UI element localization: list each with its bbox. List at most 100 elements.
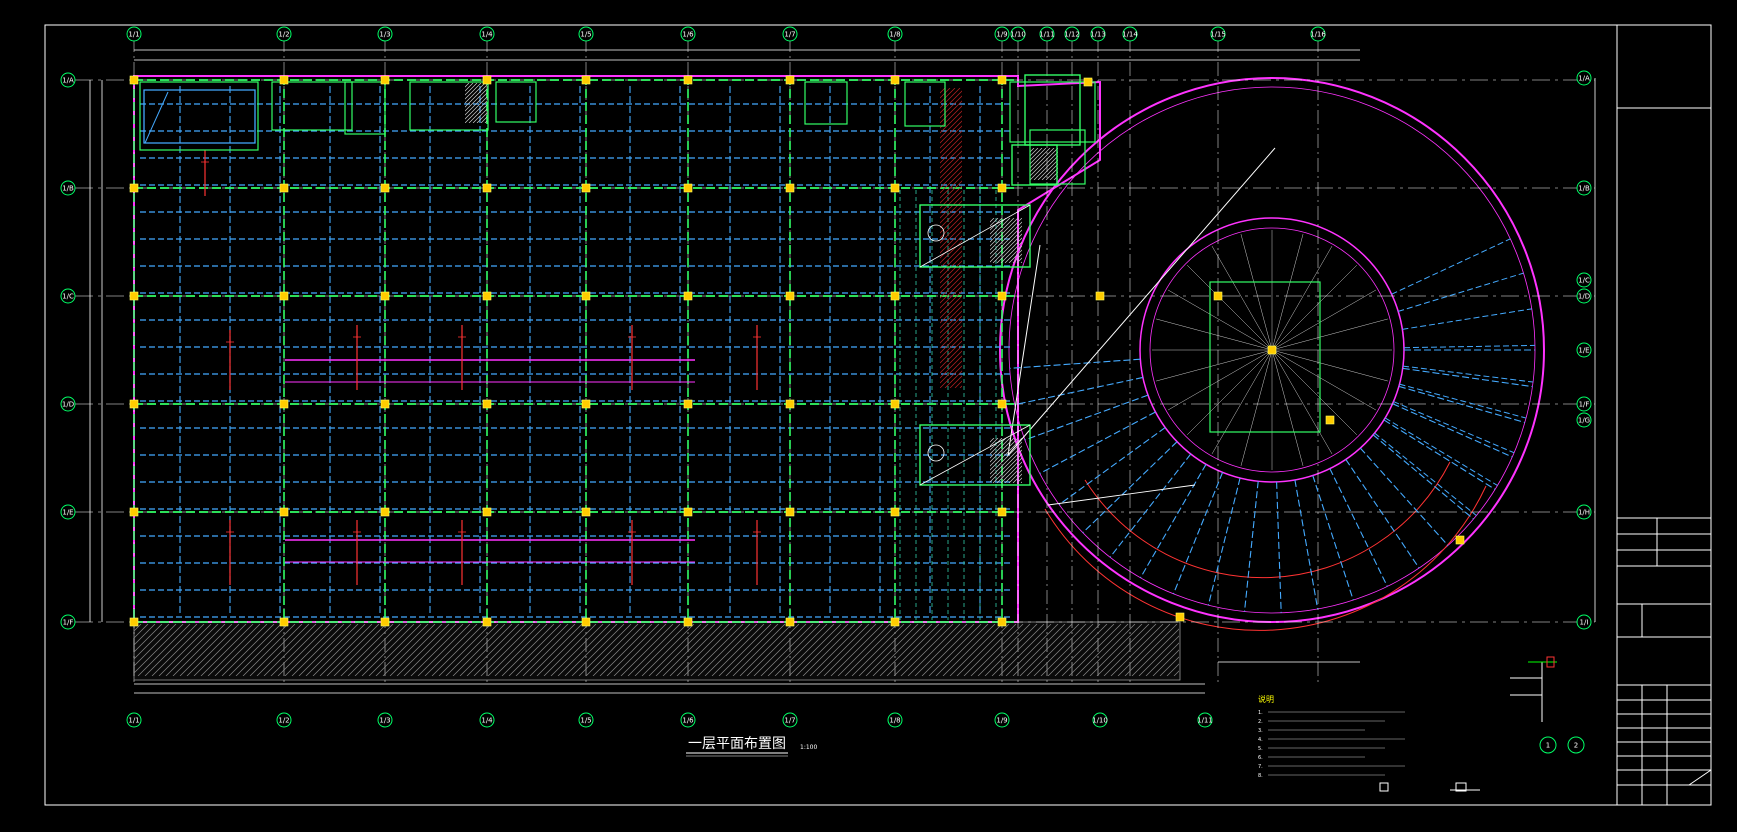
structural-column [482,291,492,301]
top-axis-bubble-label: 1/13 [1090,31,1106,39]
structural-column [1455,535,1465,545]
structural-column [890,507,900,517]
structural-column [1213,291,1223,301]
right-axis-bubble-label: 1/D [1578,293,1590,301]
structural-column [1095,291,1105,301]
right-axis-bubble-label: 1/H [1578,509,1590,517]
structural-column [683,399,693,409]
structural-column [581,617,591,627]
bottom-axis-bubble-label: 1/7 [784,717,795,725]
structural-column [279,183,289,193]
note-line: 2. [1258,719,1263,725]
structural-column [380,75,390,85]
right-axis-bubble-label: 1/I [1580,619,1589,627]
bottom-axis-bubble-label: 1/8 [889,717,900,725]
structural-column [129,183,139,193]
structural-column [279,507,289,517]
structural-column [890,183,900,193]
structural-column [785,507,795,517]
bottom-axis-bubble-label: 1/5 [580,717,591,725]
structural-column [997,291,1007,301]
structural-column [1325,415,1335,425]
structural-column [890,291,900,301]
note-line: 4. [1258,737,1263,743]
structural-column [785,75,795,85]
note-line: 1. [1258,710,1263,716]
top-axis-bubble-label: 1/11 [1039,31,1055,39]
right-axis-bubble-label: 1/A [1578,75,1590,83]
left-axis-bubble-label: 1/C [62,293,74,301]
structural-grid [75,38,1595,684]
title-block [1617,107,1712,805]
structural-column [997,75,1007,85]
structural-column [581,399,591,409]
top-axis-bubble-label: 1/16 [1310,31,1326,39]
cad-drawing-sheet: 1/1 1/2 1/3 1/4 1/5 1/6 1/7 1/8 1/9 1/10 1/11 1/1 2 1… [0,0,1737,832]
structural-column [129,507,139,517]
structural-column [279,399,289,409]
structural-column [482,75,492,85]
structural-column [997,617,1007,627]
structural-column [785,399,795,409]
left-axis-bubble-label: 1/B [62,185,74,193]
bottom-axis-bubble-label: 1/3 [379,717,390,725]
structural-column [785,291,795,301]
structural-column [997,507,1007,517]
structural-column [129,399,139,409]
structural-column [1175,612,1185,622]
bottom-axis-bubble-label: 1/1 [128,717,139,725]
top-axis-bubble-label: 1/8 [889,31,900,39]
note-line: 3. [1258,728,1263,734]
right-axis-bubble-label: 1/C [1578,277,1590,285]
right-axis-bubble-label: 1/F [1579,401,1590,409]
bottom-axis-bubble-label: 1/2 [278,717,289,725]
note-line: 8. [1258,773,1263,779]
structural-column [380,183,390,193]
floor-plan-drawing: 1/1 1/2 1/3 1/4 1/5 1/6 1/7 1/8 1/9 1/10 1/11 1/1 2 1… [44,24,1712,806]
structural-column [581,507,591,517]
structural-column [279,291,289,301]
structural-column [380,291,390,301]
structural-column [279,75,289,85]
top-axis-bubble-label: 1/3 [379,31,390,39]
structural-column [482,399,492,409]
top-axis-bubble-label: 1/15 [1210,31,1226,39]
top-axis-bubble-label: 1/7 [784,31,795,39]
detail-reference-label: 1 [1546,742,1550,750]
top-axis-bubble-label: 1/6 [682,31,694,39]
structural-column [890,75,900,85]
top-axis-bubble-label: 1/10 [1010,31,1026,39]
structural-column [683,183,693,193]
right-axis-bubble-label: 1/B [1578,185,1590,193]
bottom-axis-bubble-label: 1/11 [1197,717,1213,725]
left-axis-bubble-label: 1/E [62,509,73,517]
top-axis-bubble-label: 1/5 [580,31,591,39]
sheet-border [44,24,1712,806]
hatched-zones [134,83,1179,676]
structural-column [129,617,139,627]
top-axis-bubble-label: 1/2 [278,31,289,39]
right-axis-bubble-label: 1/E [1578,347,1589,355]
scale-label: 1:100 [800,744,817,751]
structural-column [129,75,139,85]
top-axis-bubble-label: 1/4 [481,31,493,39]
right-axis-bubble-label: 1/G [1578,417,1590,425]
top-axis-bubble-label: 1/14 [1122,31,1138,39]
notes-block: 说明 1. 2. 3. 4. 5. 6. 7. 8. [1258,694,1405,779]
bottom-axis-bubble-label: 1/6 [682,717,694,725]
bottom-axis-bubble-label: 1/4 [481,717,493,725]
structural-column [785,617,795,627]
note-line: 7. [1258,764,1263,770]
note-line: 5. [1258,746,1263,752]
top-axis-bubble-label: 1/1 [128,31,139,39]
structural-column [890,399,900,409]
detail-sketch [1379,656,1557,792]
left-axis-bubble-label: 1/A [62,77,74,85]
left-axis-bubble-label: 1/F [63,619,74,627]
detail-reference-label: 2 [1574,742,1578,750]
note-line: 6. [1258,755,1263,761]
structural-column [129,291,139,301]
structural-column [683,75,693,85]
structural-column [482,617,492,627]
top-axis-bubble-label: 1/9 [996,31,1007,39]
